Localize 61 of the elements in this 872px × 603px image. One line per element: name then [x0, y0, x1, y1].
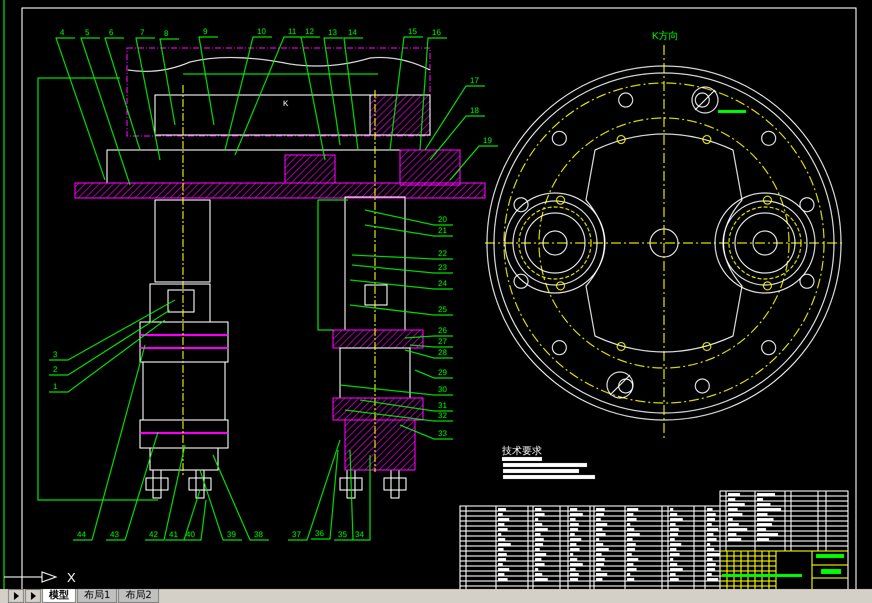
part-number: 29: [438, 368, 447, 377]
part-number: 38: [254, 530, 263, 539]
part-number: 23: [438, 263, 447, 272]
part-number: 24: [438, 279, 447, 288]
tab-scroll-button[interactable]: [25, 589, 41, 603]
part-number: 26: [438, 326, 447, 335]
ucs-x-label: X: [67, 570, 76, 585]
part-number: 44: [77, 530, 86, 539]
part-number: 36: [315, 529, 324, 538]
part-number: 20: [438, 215, 447, 224]
triangle-icon: [30, 592, 36, 600]
part-number: 15: [408, 27, 417, 36]
leader-line: [410, 344, 454, 348]
part-number: 14: [348, 28, 357, 37]
part-number: 30: [438, 385, 447, 394]
part-number: 13: [328, 28, 337, 37]
leader-line: [404, 336, 454, 338]
part-number: 22: [438, 249, 447, 258]
part-number: 4: [60, 28, 64, 37]
part-number: 11: [288, 27, 296, 36]
leader-line: [414, 370, 454, 378]
part-number: 34: [355, 530, 364, 539]
part-number: 6: [109, 28, 114, 37]
ucs-axis-icon: [4, 571, 58, 583]
part-number: 8: [164, 29, 168, 38]
part-number: 9: [203, 27, 208, 36]
notes-title: 技术要求: [502, 446, 542, 457]
part-number: 19: [483, 136, 492, 145]
part-number: 10: [257, 27, 266, 36]
part-number: 18: [470, 106, 479, 115]
part-number: 17: [470, 76, 479, 85]
part-number: 3: [53, 350, 58, 359]
part-number: 42: [149, 530, 158, 539]
triangle-icon: [12, 592, 20, 600]
part-number: 16: [432, 28, 441, 37]
part-number: 12: [305, 27, 314, 36]
part-number: 28: [438, 348, 447, 357]
part-number: 2: [53, 365, 58, 374]
layout-tab[interactable]: 模型: [42, 589, 76, 603]
part-number: 39: [227, 530, 236, 539]
part-number: 31: [438, 401, 447, 410]
layout-tab[interactable]: 布局2: [118, 589, 159, 603]
part-number: 25: [438, 305, 447, 314]
part-number: 37: [292, 530, 301, 539]
leader-line: [404, 350, 454, 358]
part-number: 5: [85, 28, 90, 37]
part-number: 33: [438, 429, 447, 438]
part-number: 41: [169, 530, 178, 539]
view-label: K方向: [652, 31, 679, 42]
part-number: 35: [338, 530, 347, 539]
leader-line: [400, 424, 454, 440]
section-marker: K: [283, 99, 288, 108]
part-number: 27: [438, 337, 447, 346]
part-number: 40: [186, 530, 195, 539]
tab-scroll-button[interactable]: [8, 589, 24, 603]
part-number: 7: [140, 28, 144, 37]
part-number: 43: [110, 530, 119, 539]
part-number: 32: [438, 411, 447, 420]
layout-tab[interactable]: 布局1: [77, 589, 118, 603]
part-number: 21: [438, 226, 447, 235]
part-number: 1: [53, 382, 58, 391]
